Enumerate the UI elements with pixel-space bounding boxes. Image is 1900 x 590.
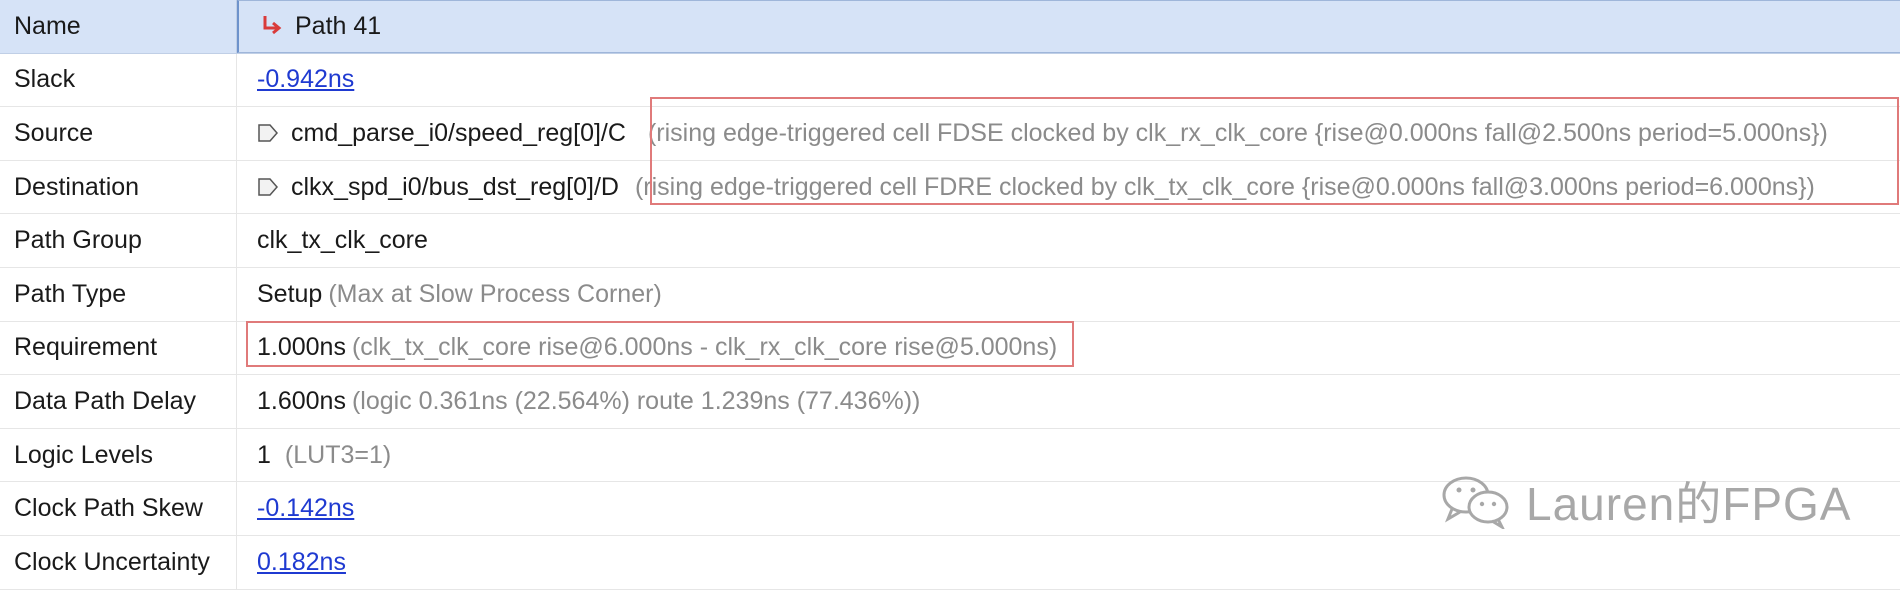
logic-levels-detail: (LUT3=1): [284, 440, 392, 469]
requirement-value: 1.000ns: [257, 333, 346, 362]
row-label: Path Type: [0, 267, 237, 321]
clock-path-skew-link[interactable]: -0.142ns: [257, 494, 354, 523]
row-label: Logic Levels: [0, 428, 237, 482]
row-slack: Slack -0.942ns: [0, 53, 1900, 108]
destination-pin[interactable]: clkx_spd_i0/bus_dst_reg[0]/D: [291, 173, 619, 202]
row-label: Requirement: [0, 321, 237, 375]
path-group-value: clk_tx_clk_core: [257, 226, 428, 255]
row-path-type: Path Type Setup (Max at Slow Process Cor…: [0, 267, 1900, 322]
path-type-detail: (Max at Slow Process Corner): [328, 279, 662, 308]
port-icon: [257, 176, 279, 198]
row-name[interactable]: Name Path 41: [0, 0, 1900, 54]
row-label: Clock Path Skew: [0, 482, 237, 535]
source-pin[interactable]: cmd_parse_i0/speed_reg[0]/C: [291, 119, 626, 148]
watermark: Lauren的FPGA: [1440, 468, 1851, 534]
row-destination: Destination clkx_spd_i0/bus_dst_reg[0]/D…: [0, 160, 1900, 215]
row-label: Path Group: [0, 214, 237, 267]
destination-detail: (rising edge-triggered cell FDRE clocked…: [634, 172, 1815, 201]
data-path-delay-detail: (logic 0.361ns (22.564%) route 1.239ns (…: [351, 386, 921, 415]
clock-uncertainty-link[interactable]: 0.182ns: [257, 548, 346, 577]
wechat-icon: [1442, 476, 1509, 529]
data-path-delay-value: 1.600ns: [257, 386, 346, 415]
row-label: Data Path Delay: [0, 375, 237, 428]
row-label: Clock Uncertainty: [0, 535, 237, 589]
source-detail: (rising edge-triggered cell FDSE clocked…: [647, 118, 1828, 147]
row-data-path-delay: Data Path Delay 1.600ns (logic 0.361ns (…: [0, 375, 1900, 429]
watermark-text: Lauren的FPGA: [1526, 478, 1852, 530]
slack-link[interactable]: -0.942ns: [257, 65, 354, 94]
row-requirement: Requirement 1.000ns (clk_tx_clk_core ris…: [0, 321, 1900, 376]
row-label: Destination: [0, 160, 237, 214]
row-clock-uncertainty: Clock Uncertainty 0.182ns: [0, 535, 1900, 590]
logic-levels-value: 1: [257, 440, 271, 469]
row-label: Slack: [0, 53, 237, 107]
path-name: Path 41: [295, 11, 382, 40]
row-source: Source cmd_parse_i0/speed_reg[0]/C (risi…: [0, 107, 1900, 161]
row-label: Name: [0, 0, 237, 53]
path-icon: [259, 14, 283, 38]
port-icon: [257, 122, 279, 144]
path-type-value: Setup: [257, 279, 323, 308]
row-label: Source: [0, 107, 237, 160]
requirement-detail: (clk_tx_clk_core rise@6.000ns - clk_rx_c…: [351, 333, 1058, 362]
row-path-group: Path Group clk_tx_clk_core: [0, 214, 1900, 268]
row-value[interactable]: Path 41: [237, 0, 1900, 53]
